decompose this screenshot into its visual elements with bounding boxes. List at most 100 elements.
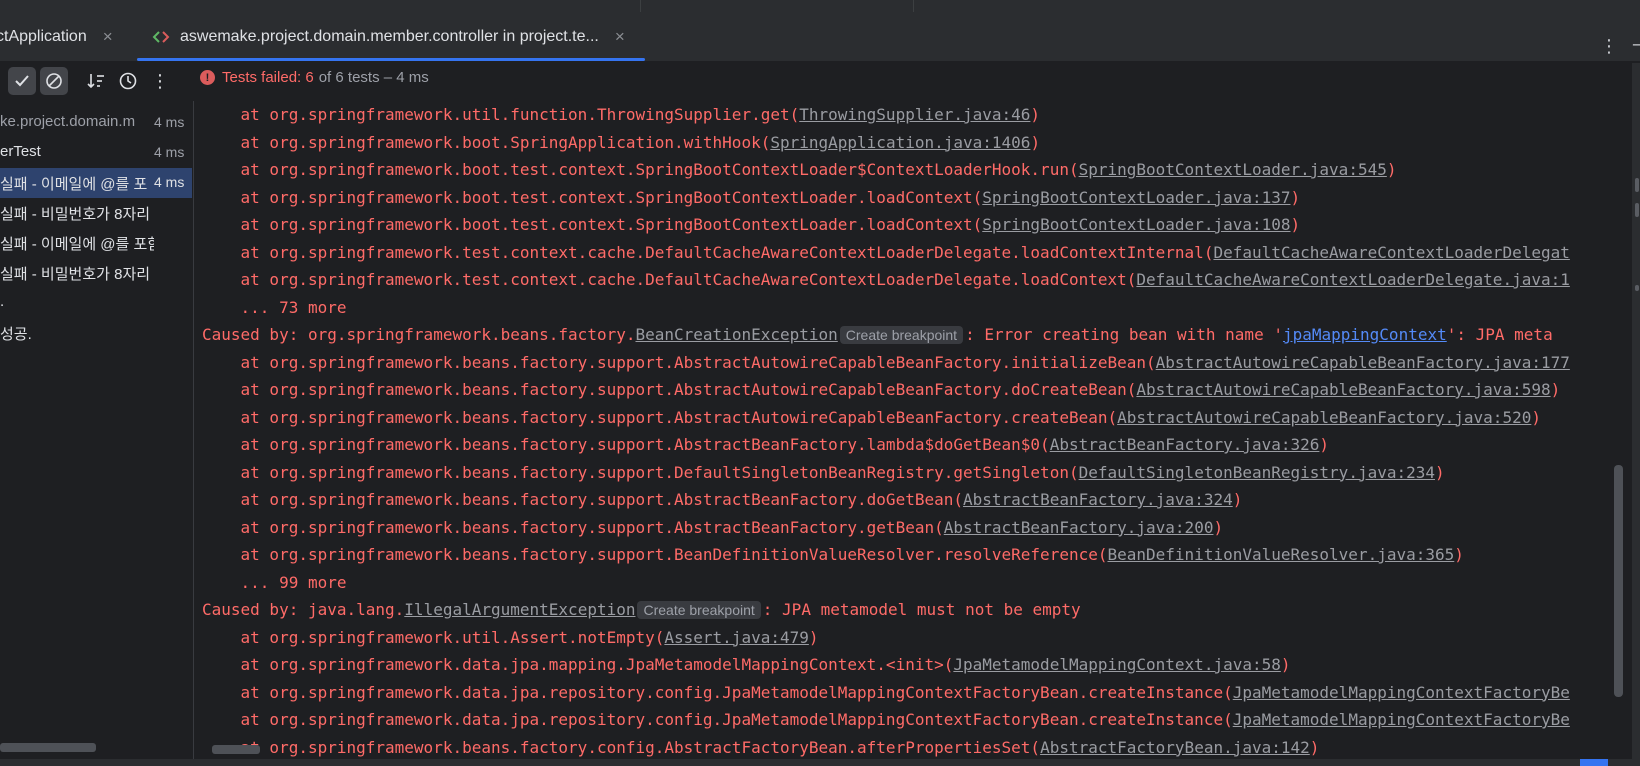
test-tree-row[interactable]: .: [0, 288, 192, 318]
source-link[interactable]: SpringBootContextLoader.java:108: [982, 215, 1290, 234]
source-link[interactable]: JpaMetamodelMappingContextFactoryBe: [1233, 683, 1570, 702]
source-link[interactable]: IllegalArgumentException: [404, 600, 635, 619]
tab-application[interactable]: ctApplication ×: [0, 12, 113, 62]
close-icon[interactable]: ×: [615, 27, 625, 47]
title-bar-strip: [0, 0, 1640, 12]
status-failed-text: Tests failed: 6: [222, 69, 314, 86]
source-link[interactable]: AbstractFactoryBean.java:142: [1040, 738, 1310, 757]
stack-trace-line: ... 99 more: [202, 573, 347, 593]
source-link[interactable]: BeanDefinitionValueResolver.java:365: [1107, 545, 1454, 564]
trace-text: at org.springframework.test.context.cach…: [202, 242, 1214, 262]
source-link[interactable]: JpaMetamodelMappingContext.java:58: [953, 655, 1281, 674]
trace-text: at org.springframework.test.context.cach…: [202, 270, 1137, 289]
trace-text: at org.springframework.beans.factory.sup…: [202, 490, 963, 509]
trace-text: : Error creating bean with name ': [965, 325, 1283, 344]
show-ignored-toggle[interactable]: [40, 67, 68, 95]
trace-text: ): [808, 627, 819, 647]
test-toolbar: ⋮ ! Tests failed: 6 of 6 tests – 4 ms: [0, 63, 1640, 101]
status-bar-indicator: [1580, 759, 1608, 766]
stack-trace-line: at org.springframework.beans.factory.sup…: [202, 545, 1464, 565]
source-link[interactable]: JpaMetamodelMappingContextFactoryBe: [1233, 710, 1570, 729]
source-link[interactable]: ThrowingSupplier.java:46: [799, 105, 1030, 124]
console-horizontal-scrollbar[interactable]: [212, 745, 260, 754]
create-breakpoint-button[interactable]: Create breakpoint: [839, 326, 964, 344]
caused-by-line: Caused by: java.lang.IllegalArgumentExce…: [202, 600, 1081, 620]
show-passed-toggle[interactable]: [8, 67, 36, 95]
source-link[interactable]: AbstractAutowireCapableBeanFactory.java:…: [1156, 353, 1570, 372]
test-tree-row[interactable]: 실패 - 비밀번호가 8자리 미: [0, 258, 192, 288]
test-tree-row[interactable]: 실패 - 비밀번호가 8자리 미만: [0, 198, 192, 228]
trace-text: at org.springframework.beans.factory.sup…: [202, 435, 1050, 454]
bean-name-link[interactable]: jpaMappingContext: [1283, 325, 1447, 344]
source-link[interactable]: Assert.java:479: [664, 628, 809, 647]
test-name: 실패 - 이메일에 @를 포함: [0, 236, 154, 253]
test-name: 실패 - 이메일에 @를 포: [0, 176, 148, 193]
source-link[interactable]: SpringApplication.java:1406: [770, 133, 1030, 152]
gutter-mark: [1635, 178, 1639, 192]
sort-button[interactable]: [82, 67, 110, 95]
source-link[interactable]: AbstractBeanFactory.java:326: [1050, 435, 1320, 454]
sort-icon: [87, 74, 104, 89]
close-icon[interactable]: ×: [103, 27, 113, 47]
source-link[interactable]: DefaultCacheAwareContextLoaderDelegat: [1213, 243, 1569, 262]
trace-text: ): [1290, 187, 1301, 207]
source-link[interactable]: AbstractAutowireCapableBeanFactory.java:…: [1117, 408, 1531, 427]
trace-text: ): [1550, 380, 1561, 399]
test-tree-row[interactable]: 성공.: [0, 318, 192, 348]
trace-text: ': JPA meta: [1446, 325, 1553, 344]
trace-text: at org.springframework.data.jpa.mapping.…: [202, 655, 954, 674]
gutter-mark: [1635, 203, 1639, 217]
test-name: 실패 - 비밀번호가 8자리 미만: [0, 206, 154, 223]
test-tree-row[interactable]: ke.project.domain.m 4 ms: [0, 108, 192, 138]
trace-text: at org.springframework.boot.SpringApplic…: [202, 132, 771, 152]
source-link[interactable]: AbstractBeanFactory.java:324: [963, 490, 1233, 509]
more-options-icon[interactable]: ⋮: [1600, 36, 1618, 57]
tab-test-results[interactable]: aswemake.project.domain.member.controlle…: [137, 12, 645, 62]
status-summary-text: of 6 tests – 4 ms: [318, 69, 429, 86]
console-vertical-scrollbar[interactable]: [1614, 465, 1623, 697]
minimize-icon[interactable]: –: [1632, 34, 1640, 55]
trace-text: at org.springframework.beans.factory.sup…: [202, 380, 1137, 399]
ignored-icon: [46, 73, 62, 89]
test-tree-row[interactable]: 실패 - 이메일에 @를 포 4 ms: [0, 168, 192, 198]
trace-text: ): [1309, 737, 1320, 757]
test-name: ke.project.domain.m: [0, 113, 136, 130]
stack-trace-line: at org.springframework.boot.SpringApplic…: [202, 132, 1041, 153]
stack-trace-line: at org.springframework.data.jpa.mapping.…: [202, 655, 1291, 675]
error-stripe-gutter: [1632, 63, 1640, 759]
source-link[interactable]: AbstractAutowireCapableBeanFactory.java:…: [1136, 380, 1550, 399]
test-history-button[interactable]: [114, 67, 142, 95]
trace-text: ... 99 more: [202, 572, 347, 592]
trace-text: ... 73 more: [202, 297, 347, 317]
stack-trace-line: at org.springframework.boot.test.context…: [202, 215, 1301, 235]
trace-text: at org.springframework.boot.test.context…: [202, 160, 1079, 179]
stack-trace-line: at org.springframework.boot.test.context…: [202, 187, 1301, 208]
stack-trace-line: at org.springframework.boot.test.context…: [202, 160, 1397, 180]
trace-text: Caused by: org.springframework.beans.fac…: [202, 325, 636, 344]
source-link[interactable]: DefaultCacheAwareContextLoaderDelegate.j…: [1136, 270, 1569, 289]
stack-trace-line: at org.springframework.beans.factory.sup…: [202, 353, 1570, 373]
trace-text: : JPA metamodel must not be empty: [762, 600, 1081, 619]
trace-text: at org.springframework.util.function.Thr…: [202, 105, 800, 124]
trace-text: at org.springframework.beans.factory.sup…: [202, 352, 1156, 372]
trace-text: at org.springframework.data.jpa.reposito…: [202, 710, 1233, 729]
more-options-icon[interactable]: ⋮: [146, 67, 174, 95]
source-link[interactable]: BeanCreationException: [635, 325, 837, 344]
create-breakpoint-button[interactable]: Create breakpoint: [637, 601, 761, 619]
test-tree-row[interactable]: 실패 - 이메일에 @를 포함: [0, 228, 192, 258]
stack-trace-line: at org.springframework.data.jpa.reposito…: [202, 710, 1570, 730]
source-link[interactable]: SpringBootContextLoader.java:137: [982, 188, 1290, 207]
tab-label: aswemake.project.domain.member.controlle…: [180, 28, 599, 45]
test-status: ! Tests failed: 6 of 6 tests – 4 ms: [200, 69, 429, 86]
trace-text: at org.springframework.beans.factory.sup…: [202, 517, 944, 537]
diff-arrows-icon: [152, 30, 170, 44]
stack-trace-line: at org.springframework.beans.factory.sup…: [202, 380, 1561, 400]
tree-horizontal-scrollbar[interactable]: [0, 743, 96, 752]
source-link[interactable]: AbstractBeanFactory.java:200: [944, 518, 1214, 537]
source-link[interactable]: DefaultSingletonBeanRegistry.java:234: [1079, 463, 1435, 482]
stack-trace-line: at org.springframework.util.function.Thr…: [202, 105, 1041, 125]
stack-trace-line: at org.springframework.beans.factory.sup…: [202, 517, 1224, 538]
source-link[interactable]: SpringBootContextLoader.java:545: [1079, 160, 1387, 179]
trace-text: at org.springframework.boot.test.context…: [202, 187, 983, 207]
test-tree-row[interactable]: erTest 4 ms: [0, 138, 192, 168]
